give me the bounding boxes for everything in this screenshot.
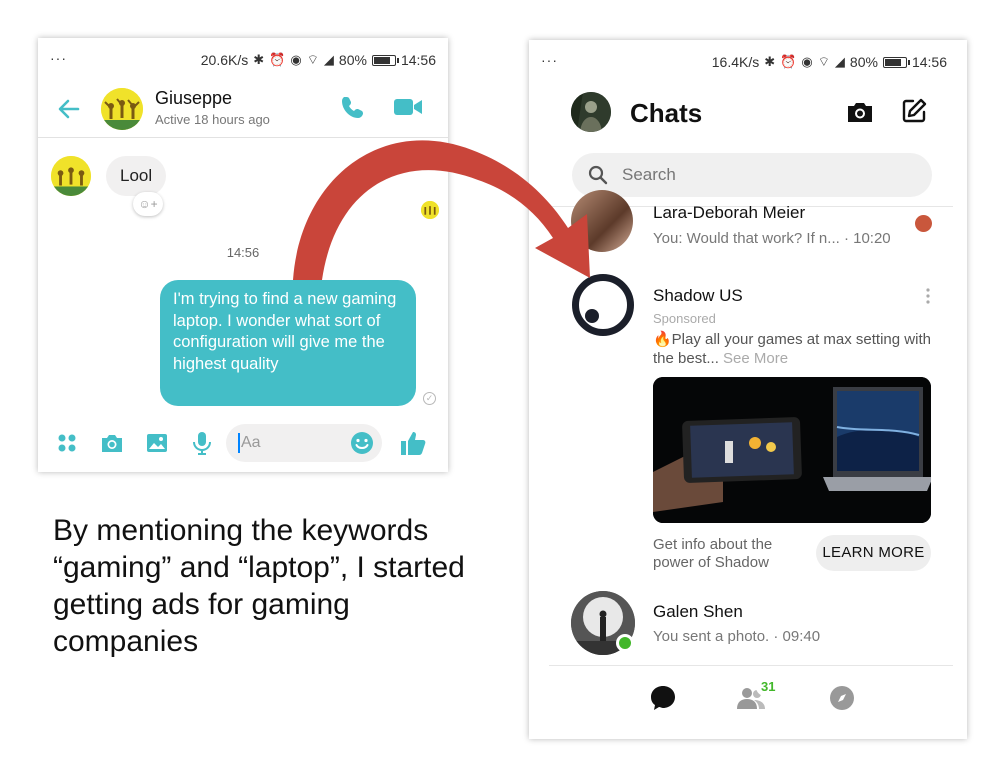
annotation-caption: By mentioning the keywords “gaming” and … bbox=[53, 514, 465, 658]
